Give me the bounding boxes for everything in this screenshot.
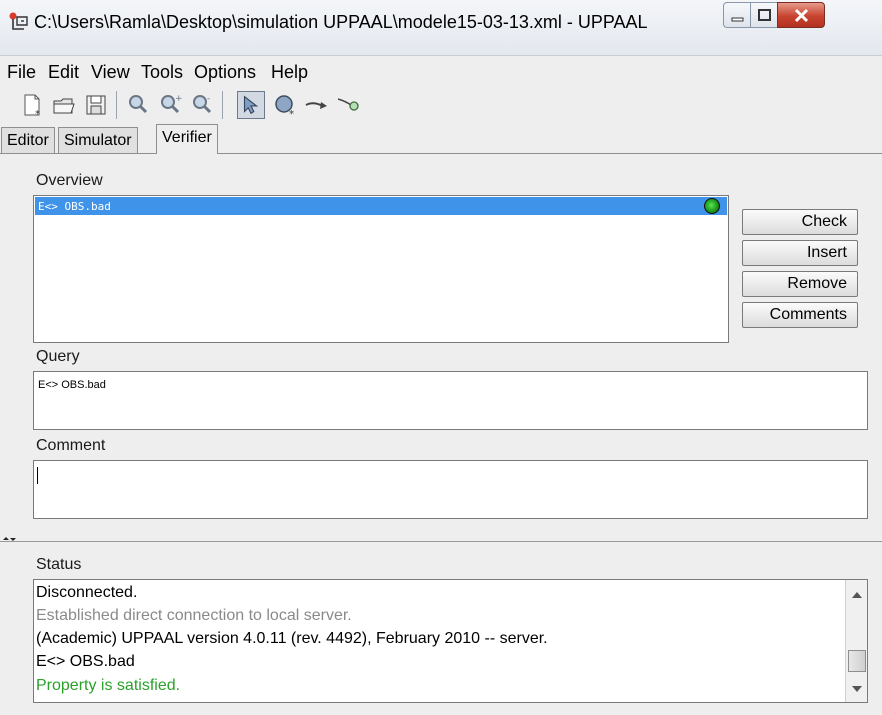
save-icon[interactable] — [82, 91, 110, 119]
close-button[interactable] — [777, 2, 825, 28]
title-bar: C:\Users\Ramla\Desktop\simulation UPPAAL… — [0, 0, 882, 56]
minimize-button[interactable] — [723, 2, 751, 28]
svg-text:+: + — [175, 94, 183, 104]
new-file-icon[interactable]: * — [18, 91, 46, 119]
menu-options[interactable]: Options — [194, 62, 256, 83]
zoom-icon[interactable] — [124, 91, 152, 119]
zoom-in-icon[interactable]: + — [156, 91, 184, 119]
query-list-item-text: E<> OBS.bad — [38, 200, 111, 213]
overview-list: E<> OBS.bad — [33, 195, 729, 343]
query-input[interactable]: E<> OBS.bad — [33, 371, 868, 430]
overview-label: Overview — [36, 172, 103, 189]
status-line: Disconnected. — [36, 584, 138, 601]
query-label: Query — [36, 348, 80, 365]
minimize-icon — [731, 17, 744, 22]
svg-text:*: * — [289, 109, 294, 119]
status-line: Established direct connection to local s… — [36, 607, 352, 624]
menu-bar: File Edit View Tools Options Help — [0, 57, 882, 85]
text-cursor — [37, 467, 38, 484]
menu-file[interactable]: File — [7, 62, 36, 83]
menu-edit[interactable]: Edit — [48, 62, 79, 83]
open-folder-icon[interactable] — [50, 91, 78, 119]
query-input-text: E<> OBS.bad — [38, 379, 106, 391]
tab-divider — [0, 153, 882, 154]
toolbar-separator — [116, 91, 117, 119]
menu-tools[interactable]: Tools — [141, 62, 183, 83]
uppaal-app-icon — [9, 12, 28, 30]
add-edge-icon[interactable] — [303, 91, 331, 119]
splitter-arrows-icon[interactable] — [2, 534, 18, 544]
status-scrollbar[interactable] — [845, 580, 867, 702]
insert-button[interactable]: Insert — [742, 240, 858, 266]
toolbar: * + - * — [0, 85, 882, 127]
comment-input[interactable] — [33, 460, 868, 519]
tab-simulator[interactable]: Simulator — [58, 127, 138, 153]
close-icon — [794, 8, 809, 23]
comment-label: Comment — [36, 437, 106, 454]
add-nail-icon[interactable] — [335, 91, 363, 119]
toolbar-separator — [222, 91, 223, 119]
svg-text:*: * — [35, 109, 40, 119]
comments-button[interactable]: Comments — [742, 302, 858, 328]
status-label: Status — [36, 556, 82, 573]
status-line: (Academic) UPPAAL version 4.0.11 (rev. 4… — [36, 630, 548, 647]
satisfied-status-dot-icon — [704, 198, 720, 214]
add-location-icon[interactable]: * — [271, 91, 299, 119]
remove-button[interactable]: Remove — [742, 271, 858, 297]
splitter-line — [0, 541, 882, 542]
maximize-icon — [758, 9, 771, 21]
scroll-up-icon[interactable] — [852, 592, 862, 598]
select-arrow-icon[interactable] — [237, 91, 265, 119]
tab-verifier[interactable]: Verifier — [156, 124, 218, 154]
status-line: Property is satisfied. — [36, 677, 181, 694]
maximize-button[interactable] — [750, 2, 778, 28]
status-log: Disconnected. Established direct connect… — [33, 579, 868, 703]
svg-text:-: - — [207, 94, 210, 104]
scrollbar-thumb[interactable] — [848, 650, 866, 672]
status-line: E<> OBS.bad — [36, 653, 135, 670]
tab-editor[interactable]: Editor — [1, 127, 55, 153]
check-button[interactable]: Check — [742, 209, 858, 235]
window-title: C:\Users\Ramla\Desktop\simulation UPPAAL… — [34, 12, 648, 32]
scroll-down-icon[interactable] — [852, 686, 862, 692]
panel-splitter[interactable] — [0, 534, 882, 546]
menu-view[interactable]: View — [91, 62, 130, 83]
query-list-item[interactable]: E<> OBS.bad — [35, 197, 727, 215]
zoom-out-icon[interactable]: - — [188, 91, 216, 119]
menu-help[interactable]: Help — [271, 62, 308, 83]
